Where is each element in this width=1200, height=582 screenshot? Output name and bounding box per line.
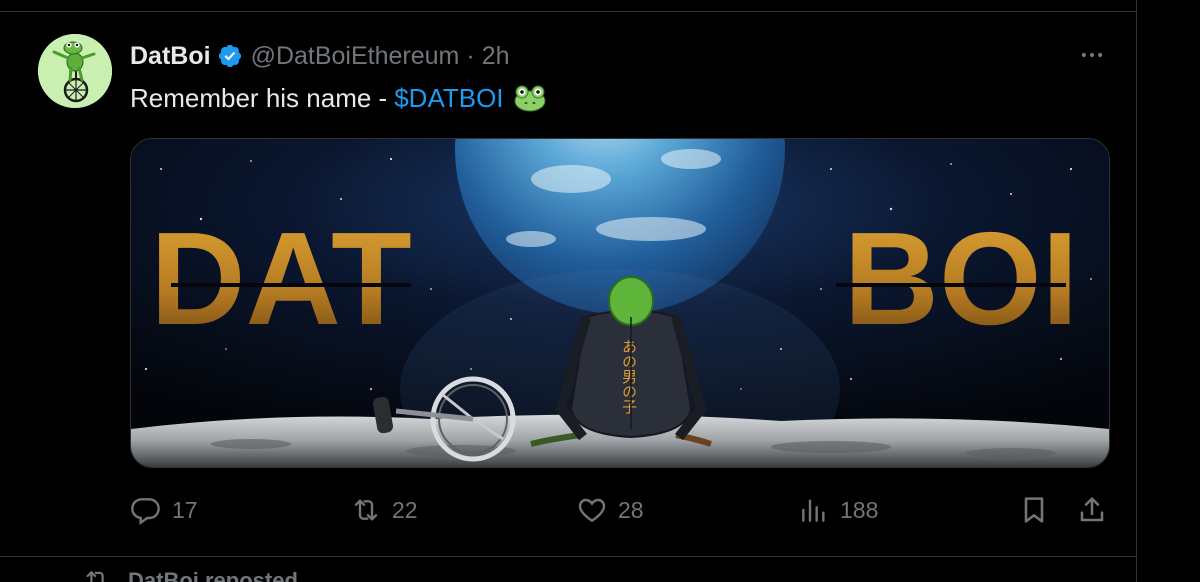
tweet-card: DatBoi @DatBoiEthereum · 2h Remember his… [0, 0, 1200, 582]
tweet-text: Remember his name - $DATBOI [130, 78, 548, 118]
reposted-indicator: DatBoi reposted [82, 566, 298, 582]
divider [0, 11, 1136, 12]
display-name[interactable]: DatBoi [130, 42, 211, 71]
frog-unicycle-avatar-icon [38, 34, 112, 108]
tweet-actions: 17 22 28 188 [0, 490, 1136, 530]
cashtag-link[interactable]: $DATBOI [394, 83, 503, 114]
views-count: 188 [840, 496, 879, 523]
repost-button[interactable]: 22 [350, 490, 418, 530]
divider [1136, 0, 1137, 582]
tweet-body: Remember his name - [130, 82, 388, 113]
repost-icon [354, 499, 378, 521]
avatar[interactable] [38, 34, 112, 108]
tweet-media-image[interactable]: DAT BOI あの男の子 [130, 138, 1110, 468]
timestamp[interactable]: 2h [482, 42, 510, 71]
more-options-icon [1081, 52, 1103, 58]
reply-button[interactable]: 17 [130, 490, 198, 530]
banner-right-word: BOI [844, 205, 1079, 352]
share-icon [1080, 497, 1104, 522]
reply-count: 17 [172, 496, 198, 523]
like-icon [578, 498, 606, 523]
like-button[interactable]: 28 [576, 490, 644, 530]
reply-icon [131, 498, 160, 525]
share-button[interactable] [1076, 490, 1108, 530]
bookmark-icon [1024, 497, 1044, 523]
divider [0, 556, 1136, 557]
datboi-banner-image: DAT BOI あの男の子 [131, 139, 1109, 467]
separator-dot: · [466, 41, 475, 70]
banner-left-word: DAT [150, 205, 412, 352]
views-button[interactable]: 188 [798, 490, 878, 530]
tweet-header: DatBoi @DatBoiEthereum · 2h [130, 38, 510, 74]
bookmark-button[interactable] [1018, 490, 1050, 530]
frog-emoji-icon [512, 83, 548, 113]
repost-icon [86, 571, 104, 582]
like-count: 28 [618, 496, 644, 523]
views-icon [802, 499, 825, 522]
verified-badge-icon[interactable] [217, 43, 243, 69]
user-handle[interactable]: @DatBoiEthereum [251, 42, 460, 71]
jacket-text: あの男の子 [620, 339, 638, 414]
reposted-label[interactable]: DatBoi reposted [128, 568, 298, 582]
more-options-button[interactable] [1074, 40, 1110, 70]
repost-count: 22 [392, 496, 418, 523]
